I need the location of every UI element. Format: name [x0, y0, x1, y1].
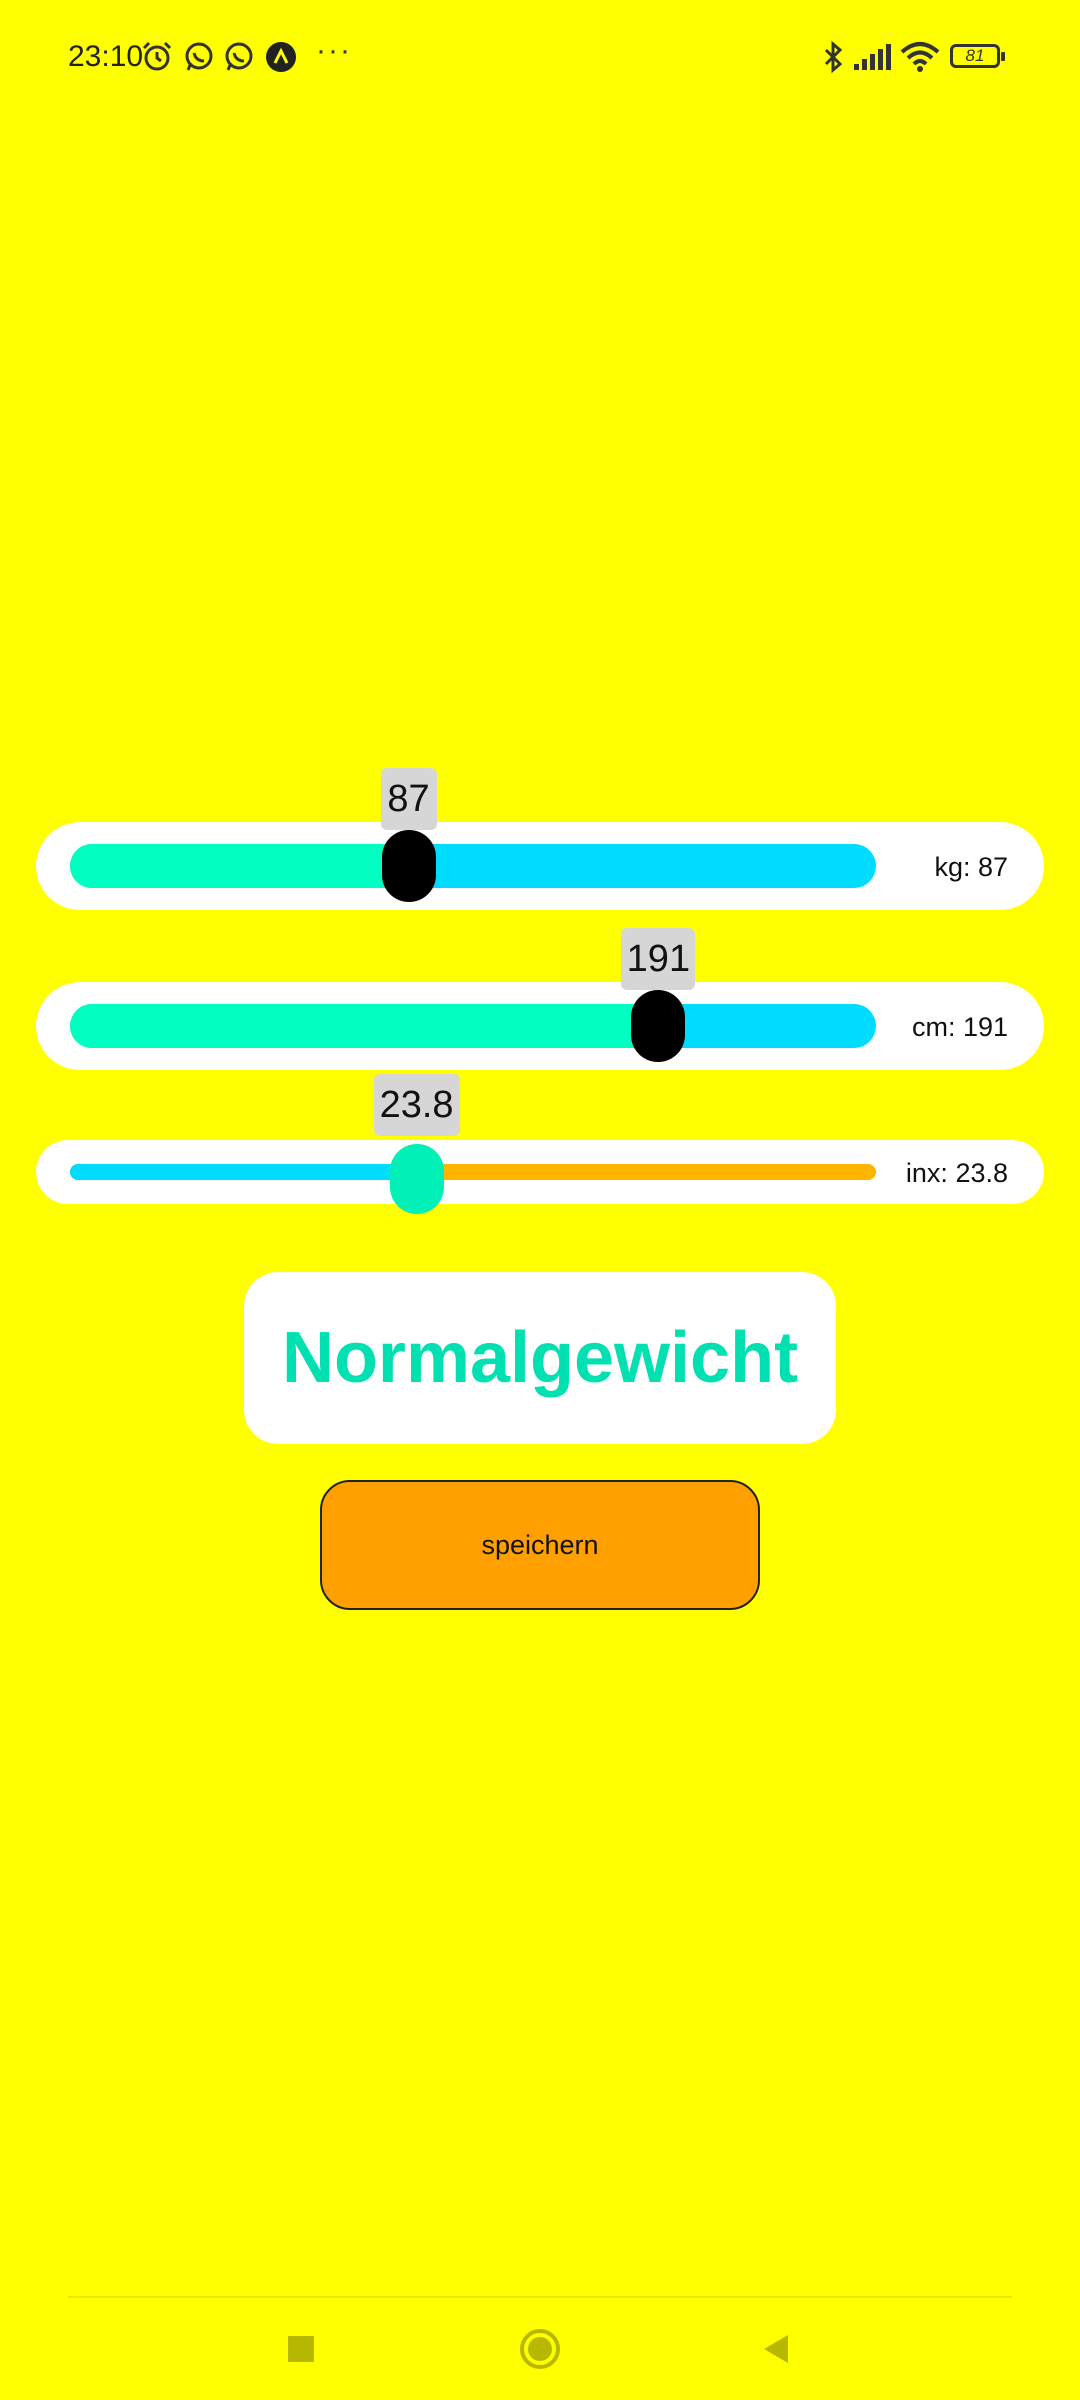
height-value-bubble: 191	[621, 928, 696, 990]
save-button[interactable]: speichern	[320, 1480, 760, 1610]
status-bar: 23:10 ··· 81	[0, 0, 1080, 120]
whatsapp-icon	[182, 40, 216, 79]
index-slider-fill	[70, 1164, 417, 1180]
back-triangle-icon[interactable]	[746, 2322, 806, 2378]
result-card: Normalgewicht	[244, 1272, 836, 1444]
height-slider-thumb[interactable]	[631, 990, 686, 1062]
home-circle-icon[interactable]	[510, 2322, 570, 2378]
more-dots-icon: ···	[316, 34, 352, 67]
weight-slider-fill	[70, 844, 409, 888]
height-slider[interactable]	[70, 990, 876, 1062]
index-slider-thumb[interactable]	[389, 1144, 444, 1214]
recents-square-icon[interactable]	[272, 2322, 332, 2378]
index-label: inx: 23.8	[905, 1158, 1008, 1188]
weight-slider-thumb[interactable]	[381, 830, 436, 902]
nav-divider	[68, 2296, 1012, 2298]
signal-icon	[852, 40, 892, 79]
alarm-icon	[140, 40, 174, 79]
weight-slider[interactable]	[70, 830, 876, 902]
battery-icon: 81	[950, 44, 1005, 68]
app-icon	[264, 40, 298, 79]
height-slider-card: cm: 191	[36, 982, 1044, 1070]
index-value-bubble: 23.8	[373, 1074, 460, 1136]
bluetooth-icon	[820, 40, 846, 79]
index-slider-card: inx: 23.8	[36, 1140, 1044, 1214]
whatsapp-icon	[222, 40, 256, 79]
weight-value-bubble: 87	[380, 768, 437, 830]
height-slider-fill	[70, 1004, 659, 1048]
weight-slider-card: kg: 87	[36, 822, 1044, 910]
weight-label: kg: 87	[934, 852, 1008, 882]
height-label: cm: 191	[911, 1012, 1008, 1042]
wifi-icon	[900, 40, 940, 79]
status-time: 23:10	[68, 40, 144, 73]
result-text: Normalgewicht	[281, 1318, 799, 1398]
index-slider[interactable]	[70, 1144, 876, 1214]
